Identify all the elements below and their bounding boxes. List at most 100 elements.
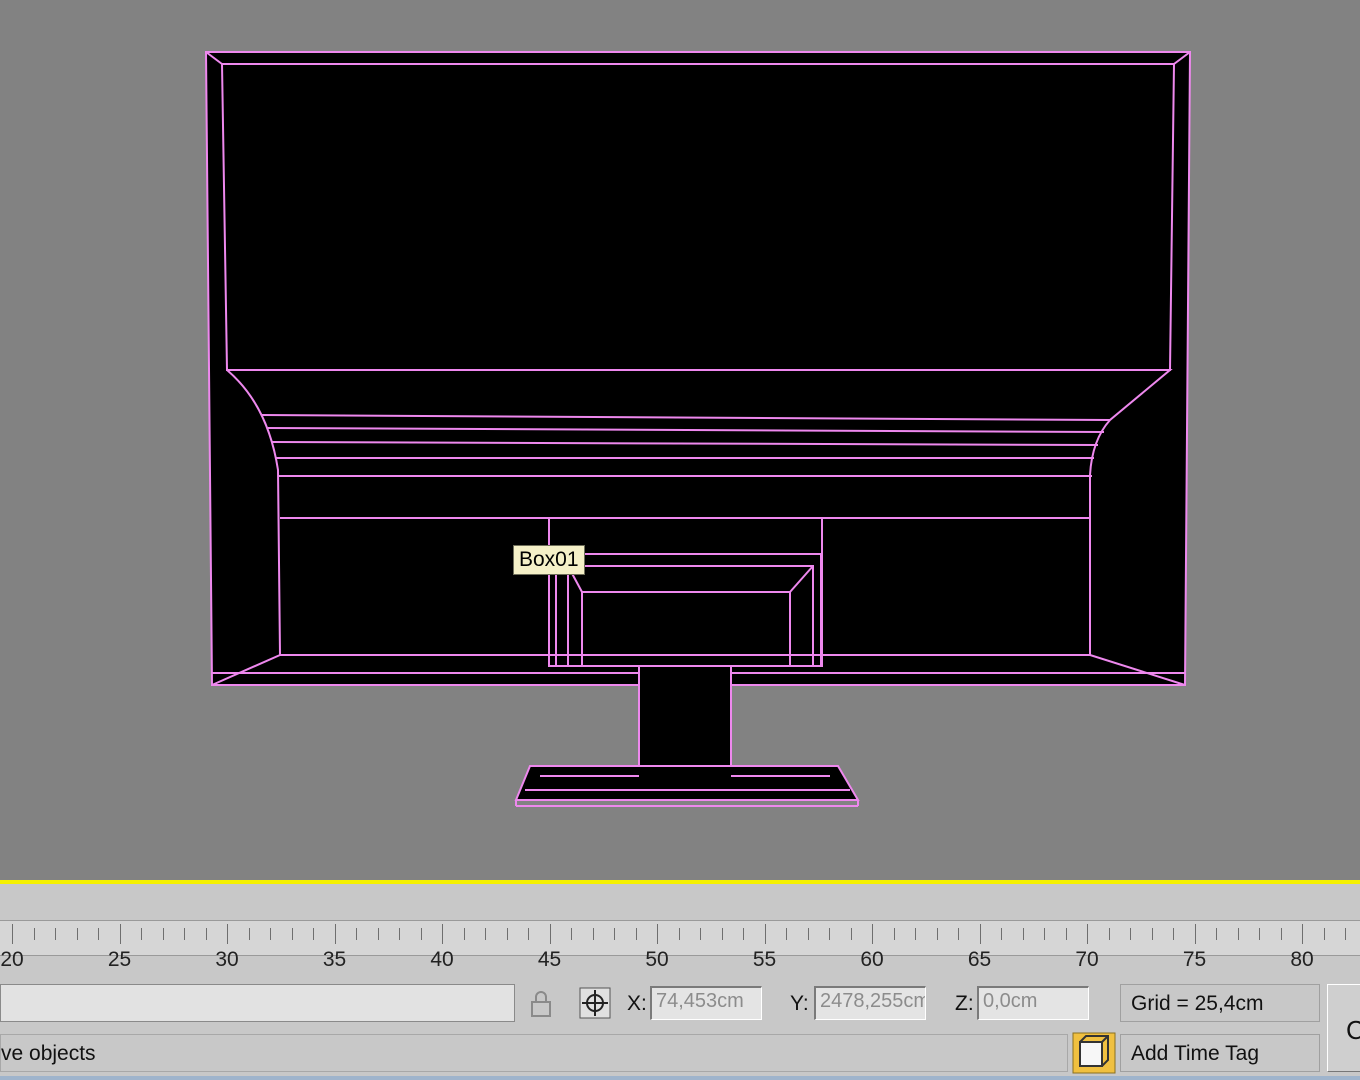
ruler-tick xyxy=(657,924,658,944)
ruler-tick xyxy=(1022,928,1024,940)
ruler-tick xyxy=(162,928,164,940)
x-coordinate-input[interactable]: 74,453cm xyxy=(650,986,762,1020)
y-label: Y: xyxy=(790,992,809,1015)
prompt-line: ve objects xyxy=(0,1034,1068,1072)
ruler-tick xyxy=(700,928,701,940)
ruler-tick xyxy=(141,928,142,940)
ruler-tick xyxy=(55,928,56,940)
ruler-tick xyxy=(1087,924,1088,944)
ruler-tick xyxy=(420,928,422,940)
ruler-tick xyxy=(506,928,508,940)
ruler-tick xyxy=(76,928,78,940)
stand-base xyxy=(514,765,860,801)
object-name-tooltip: Box01 xyxy=(513,545,585,575)
ruler-tick xyxy=(936,928,938,940)
ruler-tick xyxy=(1302,924,1303,944)
ruler-label: 50 xyxy=(645,948,669,971)
ruler-tick xyxy=(1259,928,1260,940)
stand-neck xyxy=(638,665,732,782)
ruler-label: 25 xyxy=(107,948,132,971)
ruler-tick xyxy=(485,928,486,940)
add-time-tag-label: Add Time Tag xyxy=(1131,1042,1260,1065)
grid-display: Grid = 25,4cm xyxy=(1120,984,1320,1022)
ruler-tick xyxy=(33,928,35,940)
ruler-tick xyxy=(1130,928,1131,940)
time-ruler[interactable]: 20 25 30 35 40 45 50 55 60 65 70 75 80 xyxy=(0,884,1360,976)
ruler-tick xyxy=(549,924,551,944)
ruler-tick xyxy=(119,924,121,944)
lock-icon[interactable] xyxy=(528,990,554,1025)
ruler-label: 55 xyxy=(752,948,777,971)
ruler-label: 75 xyxy=(1182,948,1207,971)
ruler-tick xyxy=(764,924,766,944)
x-label: X: xyxy=(627,992,647,1015)
ruler-tick xyxy=(463,928,465,940)
absolute-mode-transform-icon[interactable] xyxy=(578,986,612,1025)
ruler-tick xyxy=(205,928,207,940)
ruler-tick xyxy=(270,928,271,940)
ruler-tick xyxy=(635,928,637,940)
ruler-tick xyxy=(743,928,744,940)
z-coordinate-input[interactable]: 0,0cm xyxy=(977,986,1089,1020)
viewport-nav-button[interactable]: C xyxy=(1327,984,1360,1072)
ruler-label: 65 xyxy=(967,948,992,971)
ruler-tick xyxy=(1237,928,1239,940)
ruler-tick xyxy=(1173,928,1174,940)
ruler-tick xyxy=(528,928,529,940)
ruler-tick xyxy=(356,928,357,940)
z-label: Z: xyxy=(955,992,974,1015)
ruler-tick xyxy=(313,928,314,940)
ruler-tick xyxy=(1345,928,1346,940)
ruler-tick xyxy=(1323,928,1325,940)
ruler-tick xyxy=(399,928,400,940)
ruler-tick xyxy=(721,928,723,940)
ruler-tick xyxy=(1044,928,1045,940)
ruler-tick xyxy=(1151,928,1153,940)
ruler-tick xyxy=(872,924,873,944)
ruler-tick xyxy=(334,924,336,944)
time-slider-track[interactable] xyxy=(0,920,1360,956)
taskbar-edge xyxy=(0,1076,1360,1080)
ruler-label: 35 xyxy=(322,948,347,971)
ruler-tick xyxy=(979,924,981,944)
ruler-tick xyxy=(248,928,250,940)
ruler-tick xyxy=(12,924,13,944)
ruler-tick xyxy=(1108,928,1110,940)
ruler-label: 40 xyxy=(430,948,454,971)
selection-lock-toggle-icon[interactable] xyxy=(1072,1032,1116,1079)
ruler-tick xyxy=(893,928,895,940)
ruler-tick xyxy=(829,928,830,940)
ruler-label: 70 xyxy=(1075,948,1099,971)
ruler-label: 30 xyxy=(215,948,239,971)
prompt-text: ve objects xyxy=(1,1042,96,1065)
ruler-label: 45 xyxy=(537,948,562,971)
ruler-tick xyxy=(227,924,228,944)
bezel-inner xyxy=(220,63,1176,371)
ruler-label: 80 xyxy=(1290,948,1314,971)
ruler-tick xyxy=(958,928,959,940)
ruler-tick xyxy=(915,928,916,940)
ruler-tick xyxy=(807,928,809,940)
ruler-tick xyxy=(184,928,185,940)
ruler-tick xyxy=(850,928,852,940)
y-coordinate-input[interactable]: 2478,255cm xyxy=(814,986,926,1020)
ruler-tick xyxy=(1001,928,1002,940)
ruler-tick xyxy=(442,924,443,944)
status-bar: X: 74,453cm Y: 2478,255cm Z: 0,0cm Grid … xyxy=(0,976,1360,1080)
ruler-tick xyxy=(592,928,594,940)
ruler-label: 60 xyxy=(860,948,884,971)
ruler-tick xyxy=(377,928,379,940)
ruler-label: 20 xyxy=(0,948,24,971)
front-viewport[interactable]: Box01 xyxy=(0,0,1360,880)
grid-size-text: Grid = 25,4cm xyxy=(1131,992,1264,1015)
ruler-tick xyxy=(1280,928,1282,940)
ruler-tick xyxy=(571,928,572,940)
monitor-wireframe[interactable] xyxy=(0,0,1360,880)
ruler-tick xyxy=(291,928,293,940)
ruler-tick xyxy=(1065,928,1067,940)
add-time-tag-button[interactable]: Add Time Tag xyxy=(1120,1034,1320,1072)
ruler-tick xyxy=(98,928,99,940)
ruler-tick xyxy=(1216,928,1217,940)
script-listener-field[interactable] xyxy=(0,984,515,1022)
ruler-tick xyxy=(614,928,615,940)
